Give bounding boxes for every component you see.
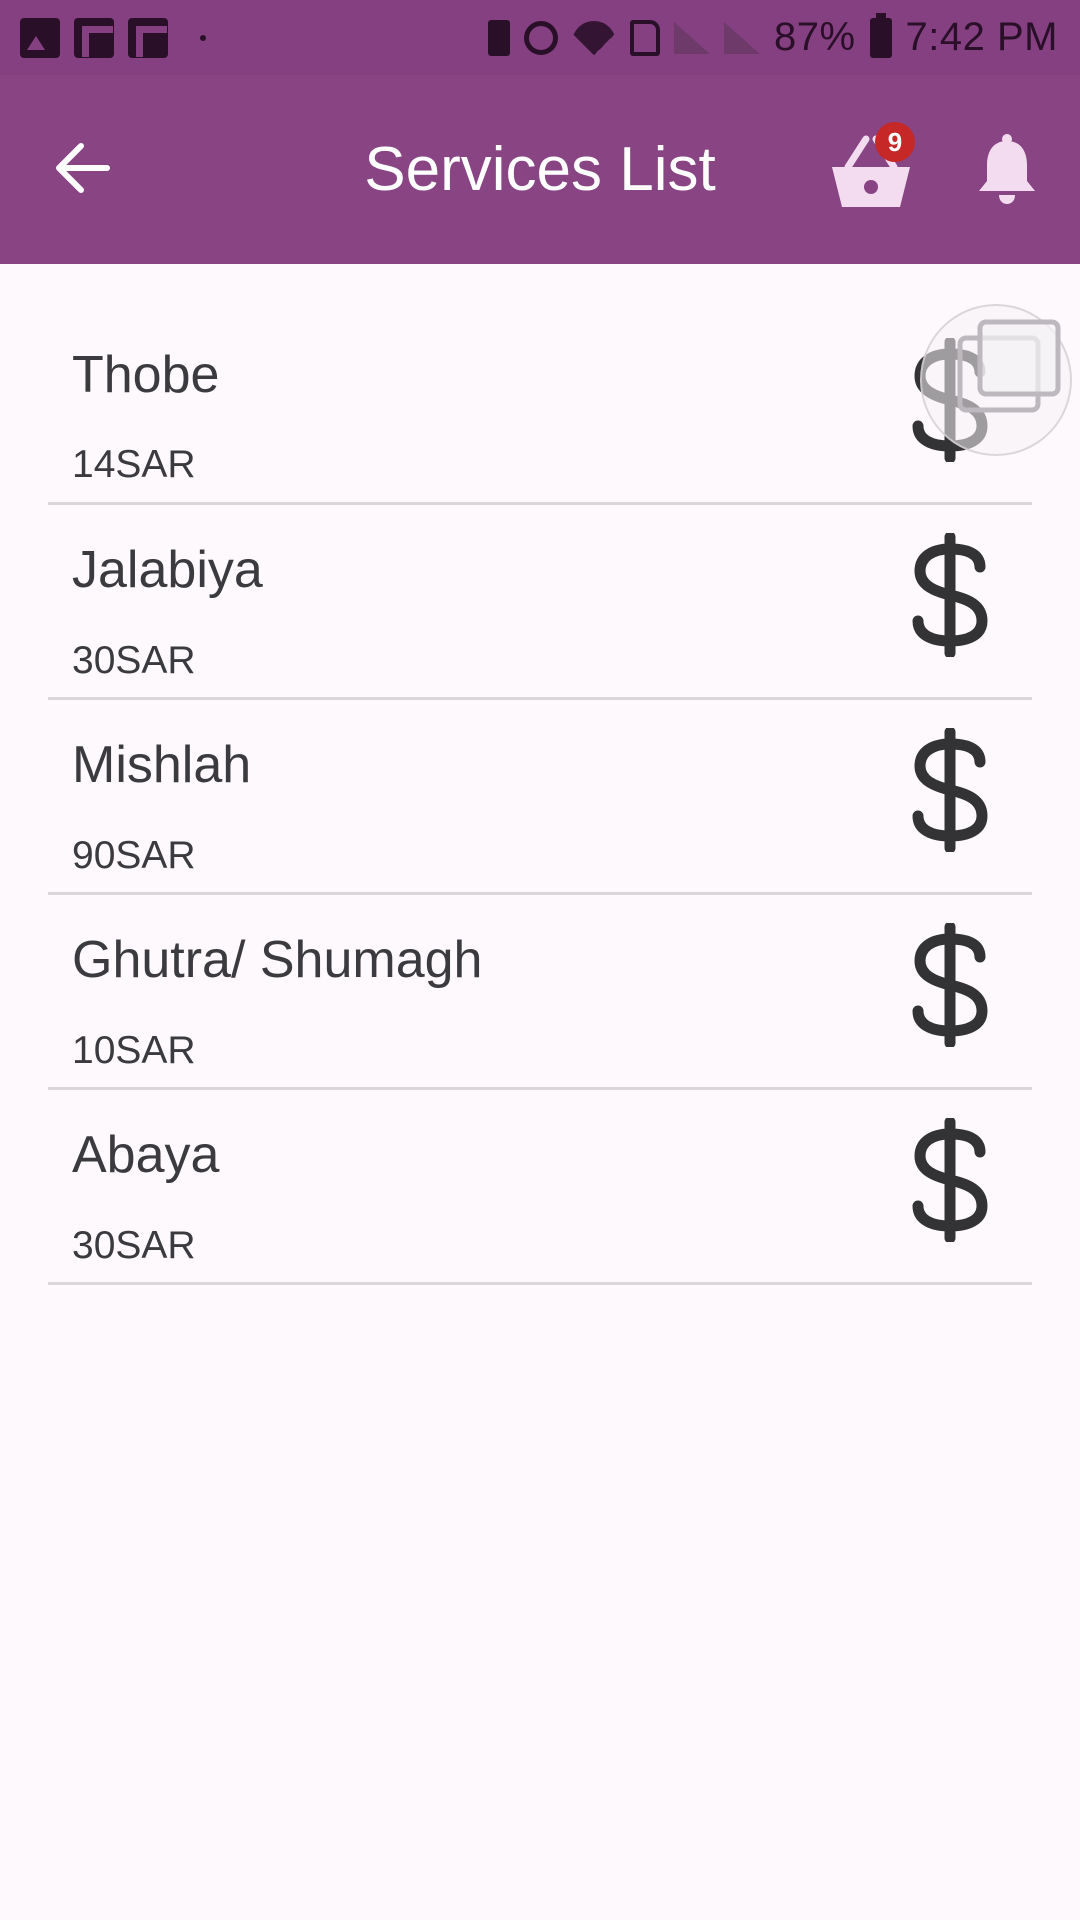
services-list: Thobe 14SAR Jalabiya 30SAR Mishlah 90SAR… bbox=[48, 264, 1032, 1285]
wifi-icon bbox=[571, 20, 616, 55]
status-bar-notifications bbox=[20, 17, 206, 58]
service-price: 30SAR bbox=[72, 1224, 196, 1267]
alarm-icon bbox=[523, 20, 558, 55]
service-name: Jalabiya bbox=[72, 541, 263, 599]
status-bar: 87% 7:42 PM bbox=[0, 0, 1080, 75]
service-price: 90SAR bbox=[72, 834, 196, 877]
list-item[interactable]: Thobe 14SAR bbox=[48, 264, 1032, 505]
app-bar: Services List 9 bbox=[0, 75, 1080, 264]
list-item[interactable]: Mishlah 90SAR bbox=[48, 700, 1032, 895]
flipboard-notification-icon-2 bbox=[128, 17, 168, 58]
dollar-icon[interactable] bbox=[908, 728, 992, 852]
battery-saver-icon bbox=[487, 19, 510, 56]
flipboard-notification-icon bbox=[74, 17, 114, 58]
status-bar-system: 87% 7:42 PM bbox=[487, 12, 1058, 60]
service-price: 30SAR bbox=[72, 639, 196, 682]
battery-icon bbox=[869, 12, 892, 58]
sim-card-icon bbox=[629, 19, 660, 56]
service-price: 10SAR bbox=[72, 1029, 196, 1072]
service-name: Thobe bbox=[72, 346, 220, 404]
floating-bubble[interactable] bbox=[920, 304, 1072, 456]
copy-windows-icon bbox=[957, 319, 1061, 413]
bell-icon bbox=[979, 134, 1035, 204]
service-price: 14SAR bbox=[72, 443, 196, 486]
clock-time: 7:42 PM bbox=[905, 15, 1058, 59]
notifications-button[interactable] bbox=[976, 133, 1038, 205]
service-name: Mishlah bbox=[72, 736, 252, 794]
list-item[interactable]: Abaya 30SAR bbox=[48, 1090, 1032, 1285]
dollar-icon[interactable] bbox=[908, 533, 992, 657]
list-item[interactable]: Jalabiya 30SAR bbox=[48, 505, 1032, 700]
more-notifications-dot-icon bbox=[200, 34, 206, 41]
list-item[interactable]: Ghutra/ Shumagh 10SAR bbox=[48, 895, 1032, 1090]
dollar-icon[interactable] bbox=[908, 1118, 992, 1242]
battery-percent: 87% bbox=[773, 15, 856, 59]
cart-count-badge: 9 bbox=[875, 122, 915, 162]
service-name: Ghutra/ Shumagh bbox=[72, 931, 483, 989]
service-name: Abaya bbox=[72, 1126, 220, 1184]
signal-icon bbox=[673, 21, 710, 54]
signal-icon-2 bbox=[723, 21, 760, 54]
page-title: Services List bbox=[364, 135, 716, 204]
gallery-notification-icon bbox=[20, 17, 60, 58]
dollar-icon[interactable] bbox=[908, 923, 992, 1047]
